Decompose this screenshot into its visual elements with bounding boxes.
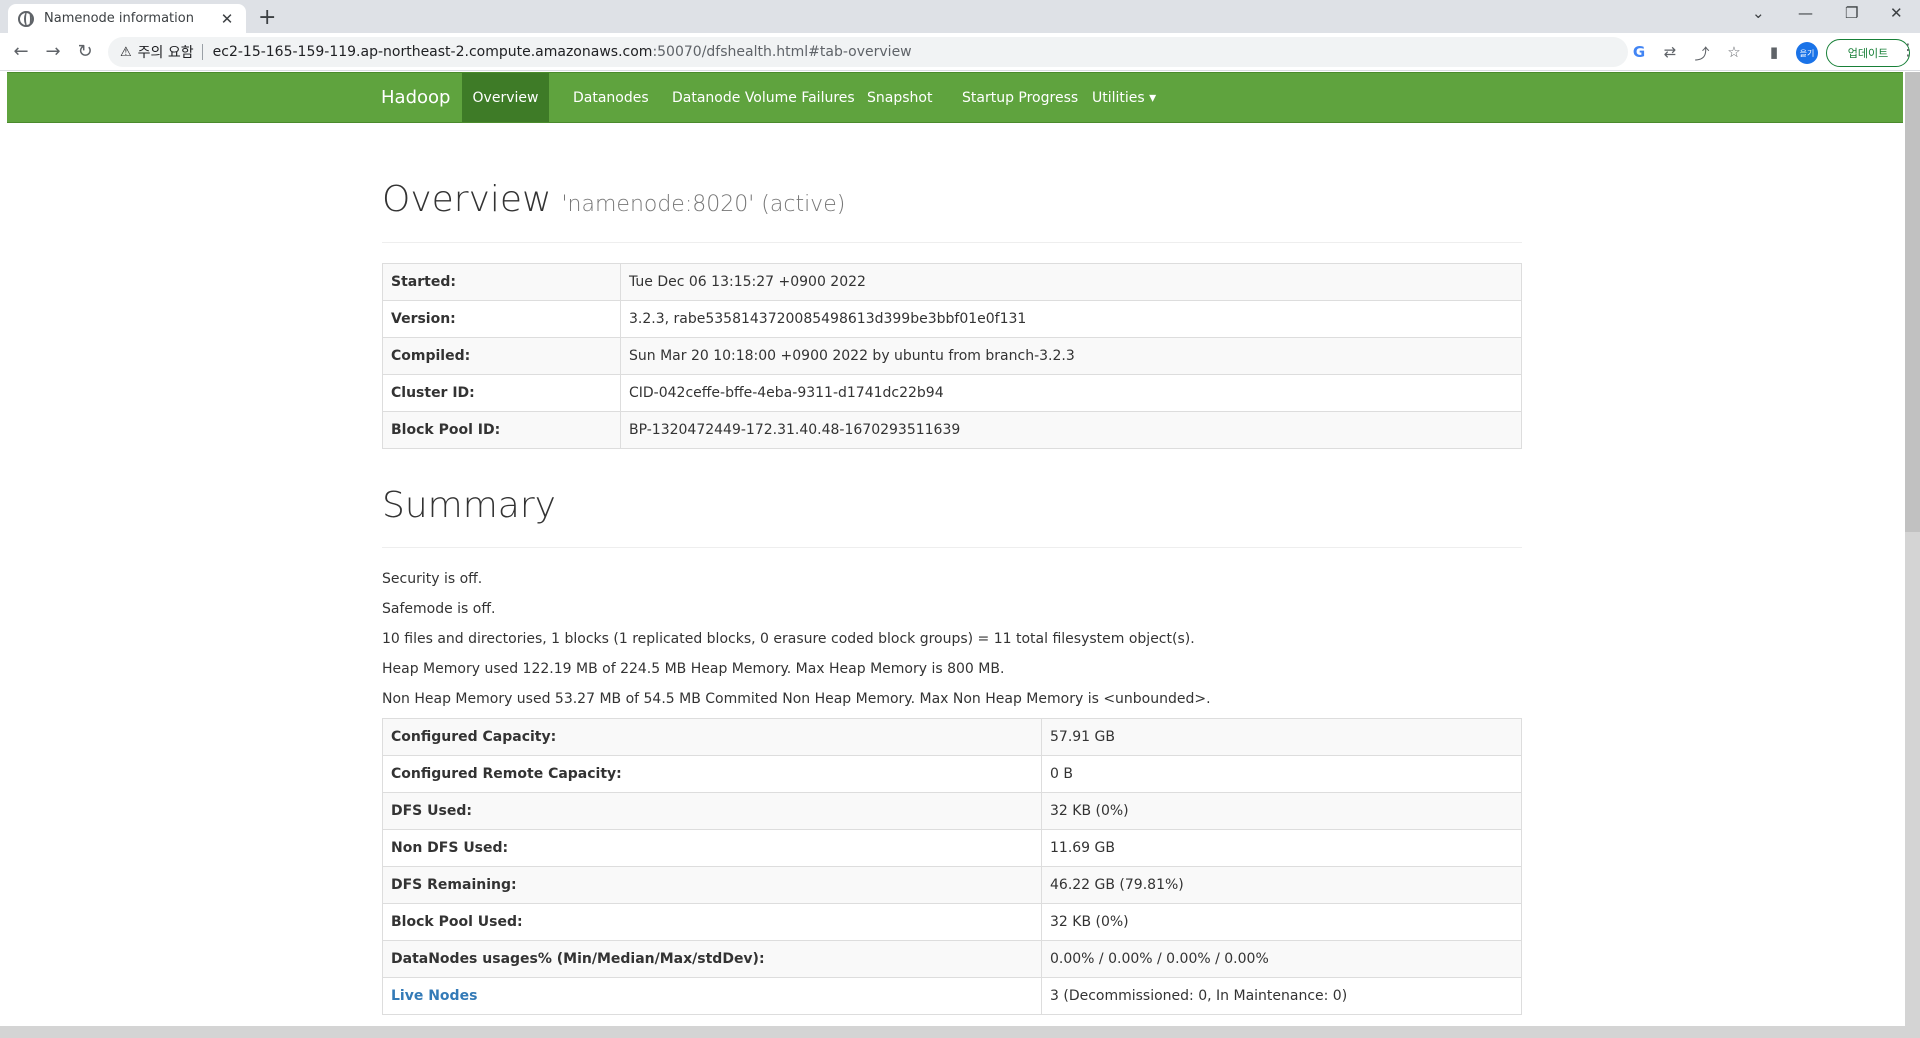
table-row: Live Nodes 3 (Decommissioned: 0, In Maint… xyxy=(382,977,1522,1015)
row-key: DFS Remaining: xyxy=(382,866,1042,904)
row-value: BP-1320472449-172.31.40.48-1670293511639 xyxy=(620,411,1522,449)
google-icon[interactable]: G xyxy=(1629,43,1649,61)
row-value: 3.2.3, rabe5358143720085498613d399be3bbf… xyxy=(620,300,1522,338)
address-separator xyxy=(201,44,203,60)
summary-line: 10 files and directories, 1 blocks (1 re… xyxy=(382,631,1195,647)
table-row: Compiled: Sun Mar 20 10:18:00 +0900 2022 … xyxy=(382,337,1522,375)
scrollbar-thumb[interactable] xyxy=(1905,72,1920,532)
table-row: Configured Remote Capacity: 0 B xyxy=(382,755,1522,793)
brand-logo[interactable]: Hadoop xyxy=(381,87,450,108)
table-row: Version: 3.2.3, rabe5358143720085498613d3… xyxy=(382,300,1522,338)
tab-startup-progress[interactable]: Startup Progress xyxy=(947,73,1093,122)
row-value: 46.22 GB (79.81%) xyxy=(1041,866,1522,904)
tab-search-icon[interactable]: ⌄ xyxy=(1752,4,1765,22)
row-value: 32 KB (0%) xyxy=(1041,903,1522,941)
row-key: DataNodes usages% (Min/Median/Max/stdDev… xyxy=(382,940,1042,978)
forward-icon[interactable]: → xyxy=(42,41,64,62)
summary-line: Safemode is off. xyxy=(382,601,496,617)
row-value: 0 B xyxy=(1041,755,1522,793)
row-key: Cluster ID: xyxy=(382,374,621,412)
profile-avatar[interactable]: 을기 xyxy=(1796,42,1818,64)
row-value: 32 KB (0%) xyxy=(1041,792,1522,830)
overview-table: Started: Tue Dec 06 13:15:27 +0900 2022 V… xyxy=(382,263,1522,449)
new-tab-icon[interactable]: + xyxy=(258,5,276,30)
back-icon[interactable]: ← xyxy=(10,41,32,62)
row-value: 0.00% / 0.00% / 0.00% / 0.00% xyxy=(1041,940,1522,978)
overview-title: Overview xyxy=(382,179,552,220)
row-key: Block Pool ID: xyxy=(382,411,621,449)
row-value: 57.91 GB xyxy=(1041,718,1522,756)
tab-datanode-volume-failures[interactable]: Datanode Volume Failures xyxy=(657,73,870,122)
table-row: Cluster ID: CID-042ceffe-bffe-4eba-9311-d… xyxy=(382,374,1522,412)
browser-toolbar: ← → ↻ ⚠ 주의 요함 ec2-15-165-159-119.ap-nort… xyxy=(0,33,1920,71)
table-row: Configured Capacity: 57.91 GB xyxy=(382,718,1522,756)
globe-icon xyxy=(18,10,34,27)
row-key: Configured Remote Capacity: xyxy=(382,755,1042,793)
row-key: Configured Capacity: xyxy=(382,718,1042,756)
summary-divider xyxy=(382,547,1522,548)
browser-tabstrip: Namenode information ✕ + ⌄ — ❐ ✕ xyxy=(0,0,1920,33)
tab-overview[interactable]: Overview xyxy=(462,73,549,122)
row-value: CID-042ceffe-bffe-4eba-9311-d1741dc22b94 xyxy=(620,374,1522,412)
table-row: DFS Used: 32 KB (0%) xyxy=(382,792,1522,830)
row-key: Compiled: xyxy=(382,337,621,375)
live-nodes-link[interactable]: Live Nodes xyxy=(391,988,477,1004)
sidepanel-icon[interactable]: ▮ xyxy=(1764,43,1784,61)
security-label[interactable]: 주의 요함 xyxy=(138,42,194,62)
hadoop-navbar: Hadoop Overview Datanodes Datanode Volum… xyxy=(7,72,1903,123)
warning-icon[interactable]: ⚠ xyxy=(120,45,132,60)
window-bottom-edge xyxy=(0,1026,1920,1038)
summary-line: Non Heap Memory used 53.27 MB of 54.5 MB… xyxy=(382,691,1211,707)
row-key: Version: xyxy=(382,300,621,338)
tab-datanodes[interactable]: Datanodes xyxy=(558,73,664,122)
row-value: 11.69 GB xyxy=(1041,829,1522,867)
tab-close-icon[interactable]: ✕ xyxy=(218,10,236,28)
update-button[interactable]: 업데이트 xyxy=(1826,39,1910,67)
tab-snapshot[interactable]: Snapshot xyxy=(852,73,947,122)
star-icon[interactable]: ☆ xyxy=(1724,43,1744,61)
row-value: 3 (Decommissioned: 0, In Maintenance: 0) xyxy=(1041,977,1522,1015)
browser-tab[interactable]: Namenode information ✕ xyxy=(8,4,246,33)
overview-heading: Overview 'namenode:8020' (active) xyxy=(382,179,845,220)
table-row: Block Pool ID: BP-1320472449-172.31.40.48… xyxy=(382,411,1522,449)
url-host: ec2-15-165-159-119.ap-northeast-2.comput… xyxy=(212,44,653,60)
table-row: Started: Tue Dec 06 13:15:27 +0900 2022 xyxy=(382,263,1522,301)
table-row: Block Pool Used: 32 KB (0%) xyxy=(382,903,1522,941)
summary-line: Security is off. xyxy=(382,571,483,587)
table-row: DFS Remaining: 46.22 GB (79.81%) xyxy=(382,866,1522,904)
url-path: :50070/dfshealth.html#tab-overview xyxy=(652,44,912,60)
row-key: Live Nodes xyxy=(382,977,1042,1015)
table-row: Non DFS Used: 11.69 GB xyxy=(382,829,1522,867)
reload-icon[interactable]: ↻ xyxy=(74,41,96,62)
tab-title: Namenode information xyxy=(44,11,194,26)
window-close-icon[interactable]: ✕ xyxy=(1890,4,1903,22)
restore-icon[interactable]: ❐ xyxy=(1845,4,1858,22)
translate-icon[interactable]: ⇄ xyxy=(1660,43,1680,61)
summary-title: Summary xyxy=(382,485,556,526)
overview-divider xyxy=(382,242,1522,243)
row-value: Sun Mar 20 10:18:00 +0900 2022 by ubuntu… xyxy=(620,337,1522,375)
address-bar[interactable]: ⚠ 주의 요함 ec2-15-165-159-119.ap-northeast-… xyxy=(108,37,1628,67)
row-key: DFS Used: xyxy=(382,792,1042,830)
tab-utilities[interactable]: Utilities ▾ xyxy=(1077,73,1171,122)
share-icon[interactable]: ⤴ xyxy=(1692,43,1712,64)
summary-table: Configured Capacity: 57.91 GB Configured … xyxy=(382,718,1522,1015)
overview-subtitle: 'namenode:8020' (active) xyxy=(561,192,846,217)
menu-icon[interactable]: ⋮ xyxy=(1900,40,1916,59)
row-value: Tue Dec 06 13:15:27 +0900 2022 xyxy=(620,263,1522,301)
table-row: DataNodes usages% (Min/Median/Max/stdDev… xyxy=(382,940,1522,978)
row-key: Non DFS Used: xyxy=(382,829,1042,867)
summary-line: Heap Memory used 122.19 MB of 224.5 MB H… xyxy=(382,661,1005,677)
row-key: Block Pool Used: xyxy=(382,903,1042,941)
minimize-icon[interactable]: — xyxy=(1798,4,1813,22)
row-key: Started: xyxy=(382,263,621,301)
